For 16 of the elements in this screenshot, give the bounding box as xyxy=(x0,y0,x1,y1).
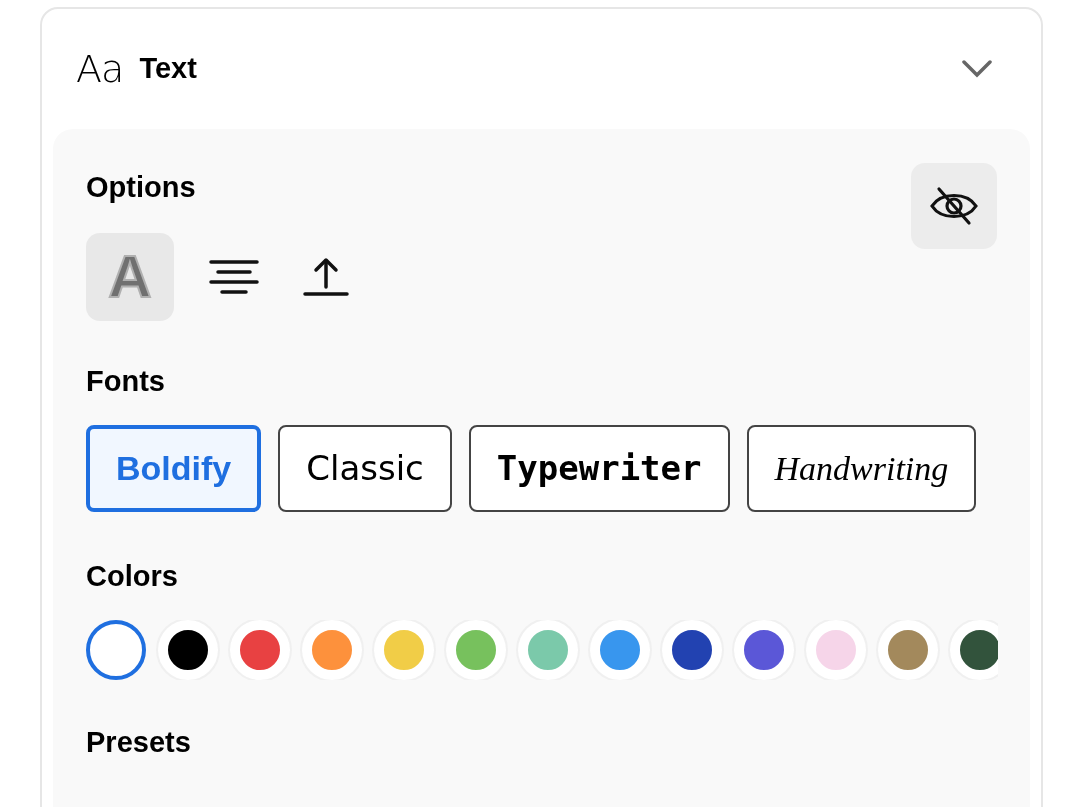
hide-button[interactable] xyxy=(911,163,997,249)
upload-icon xyxy=(302,257,350,297)
font-option[interactable]: Typewriter xyxy=(468,425,730,512)
color-swatch[interactable] xyxy=(86,620,146,680)
outline-text-button[interactable]: A xyxy=(86,233,174,321)
section-header[interactable]: Aa Text xyxy=(53,9,1030,129)
align-center-icon xyxy=(208,257,260,297)
section-heading: Presets xyxy=(86,725,192,760)
section-heading: Options xyxy=(86,170,197,205)
chevron-icon xyxy=(962,60,992,78)
section-heading: Colors xyxy=(86,559,179,594)
section-heading: Fonts xyxy=(86,364,166,399)
font-option[interactable]: Boldify xyxy=(86,425,262,512)
font-option[interactable]: Handwriting xyxy=(746,425,977,512)
font-option[interactable]: Classic xyxy=(278,425,452,512)
eye-off-icon xyxy=(929,186,979,226)
